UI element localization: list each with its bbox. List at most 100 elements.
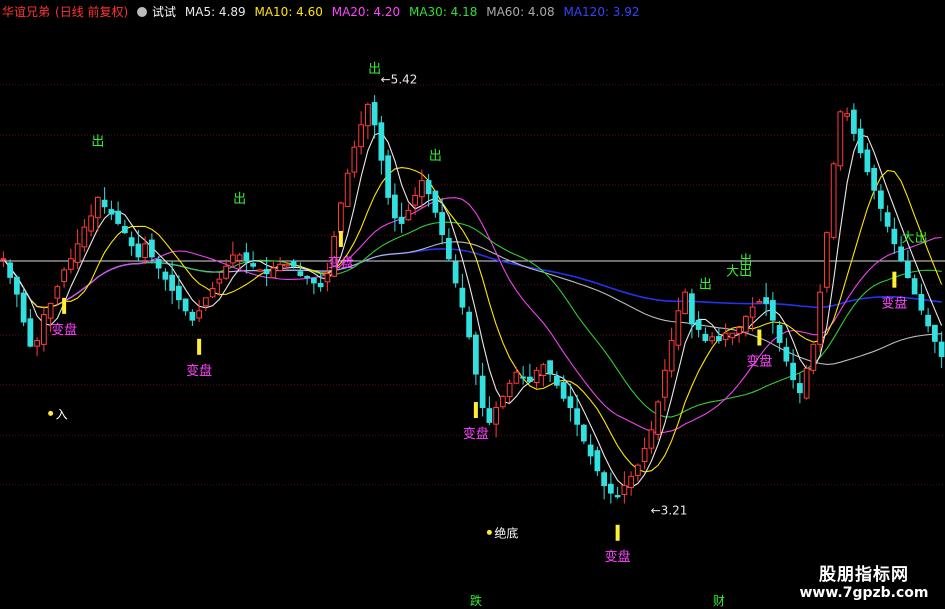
candle-body [284, 263, 290, 267]
candle-body [304, 276, 310, 279]
candle-body [209, 287, 216, 298]
candle-body [756, 301, 763, 304]
candle-body [135, 243, 142, 258]
ma20-line [2, 197, 942, 434]
candle-body [803, 367, 810, 399]
candle-body [790, 362, 796, 381]
candle-body [655, 401, 661, 435]
candle-body [675, 310, 682, 346]
pivot-signal-label: 变盘 [328, 255, 354, 271]
candle-body [412, 195, 418, 206]
sell-signal-label: 大出 [726, 265, 752, 280]
candle-body [614, 495, 621, 498]
watermark-url: www.7gpzb.com [799, 585, 929, 601]
candle-body [74, 243, 81, 263]
pivot-signal-label: 变盘 [605, 549, 631, 565]
candle-body [290, 260, 297, 267]
candle-body [243, 252, 250, 262]
candle-body [61, 269, 67, 283]
candle-body [797, 383, 803, 394]
candle-body [203, 297, 209, 307]
ma60-line [2, 241, 942, 365]
candle-body [695, 319, 702, 330]
candle-body [216, 278, 223, 284]
candle-body [662, 369, 668, 398]
dot-signal-label: 入 [56, 407, 68, 421]
candle-body [587, 444, 594, 457]
candle-body [378, 122, 385, 161]
candle-body [392, 194, 398, 219]
candle-body [581, 424, 587, 442]
candle-body [479, 375, 486, 409]
candle-body [878, 190, 884, 209]
candle-body [682, 291, 688, 315]
ma30-label: MA30: 4.18 [408, 5, 478, 19]
candle-body [871, 168, 877, 191]
candle-body [351, 146, 358, 173]
candle-body [0, 258, 7, 261]
candle-body [938, 341, 945, 357]
candle-body [115, 210, 121, 224]
candle-body [911, 278, 918, 295]
candle-body [230, 254, 236, 264]
candle-body [729, 332, 736, 339]
candle-body [432, 190, 439, 213]
candle-body [635, 464, 641, 477]
ma10-label: MA10: 4.60 [254, 5, 323, 19]
pivot-signal-label: 变盘 [881, 296, 907, 312]
candle-body [513, 371, 520, 384]
candle-body [344, 172, 351, 207]
candle-body [500, 395, 506, 408]
candle-body [817, 291, 823, 345]
candle-body [486, 408, 493, 423]
sell-signal-label: 大出 [902, 231, 928, 246]
candle-body [628, 475, 634, 488]
candle-body [668, 340, 675, 372]
candle-body [608, 483, 614, 494]
candle-body [34, 340, 40, 347]
sell-signal-label: 出 [91, 134, 104, 149]
candle-body [844, 113, 850, 117]
candle-body [155, 259, 162, 269]
candle-body [520, 376, 526, 379]
gear-icon[interactable] [137, 7, 148, 17]
candle-body [527, 376, 533, 382]
candle-body [736, 327, 742, 335]
candle-body [101, 199, 108, 208]
candle-body [41, 314, 47, 345]
candle-body [317, 282, 324, 288]
candle-body [709, 336, 715, 342]
bottom-label: 财 [713, 594, 725, 608]
candle-body [108, 209, 115, 215]
candle-body [932, 324, 938, 342]
candle-body [122, 225, 128, 234]
pivot-bar [62, 297, 67, 314]
extreme-price-label: ←5.42 [381, 72, 418, 86]
dot-marker [486, 529, 492, 535]
candle-body [68, 258, 74, 270]
sell-signal-label: 出 [699, 278, 712, 293]
candle-body [446, 237, 452, 260]
candle-body [837, 111, 844, 167]
candle-body [223, 265, 229, 279]
pivot-bar [473, 402, 478, 419]
watermark: 股朋指标网 www.7gpzb.com [799, 560, 929, 601]
candle-body [149, 239, 155, 258]
candle-body [81, 226, 88, 248]
pivot-bar [892, 271, 897, 288]
stock-name: 华谊兄弟 [2, 5, 51, 19]
candle-body [473, 334, 479, 375]
pivot-signal-label: 变盘 [463, 426, 489, 442]
price-chart[interactable]: 出出出出出出大出大出变盘变盘变盘变盘变盘变盘变盘入绝底←5.42←3.21跌财 [0, 0, 945, 609]
sell-signal-label: 出 [233, 192, 246, 207]
candle-body [884, 212, 891, 227]
candle-body [783, 346, 790, 362]
candle-body [594, 450, 601, 472]
pivot-bar [615, 524, 620, 541]
candle-body [743, 315, 749, 333]
candle-body [142, 243, 148, 259]
period-label: (日线 前复权) [55, 5, 129, 19]
candle-body [905, 260, 911, 279]
candle-body [196, 310, 202, 319]
candle-body [398, 216, 405, 224]
